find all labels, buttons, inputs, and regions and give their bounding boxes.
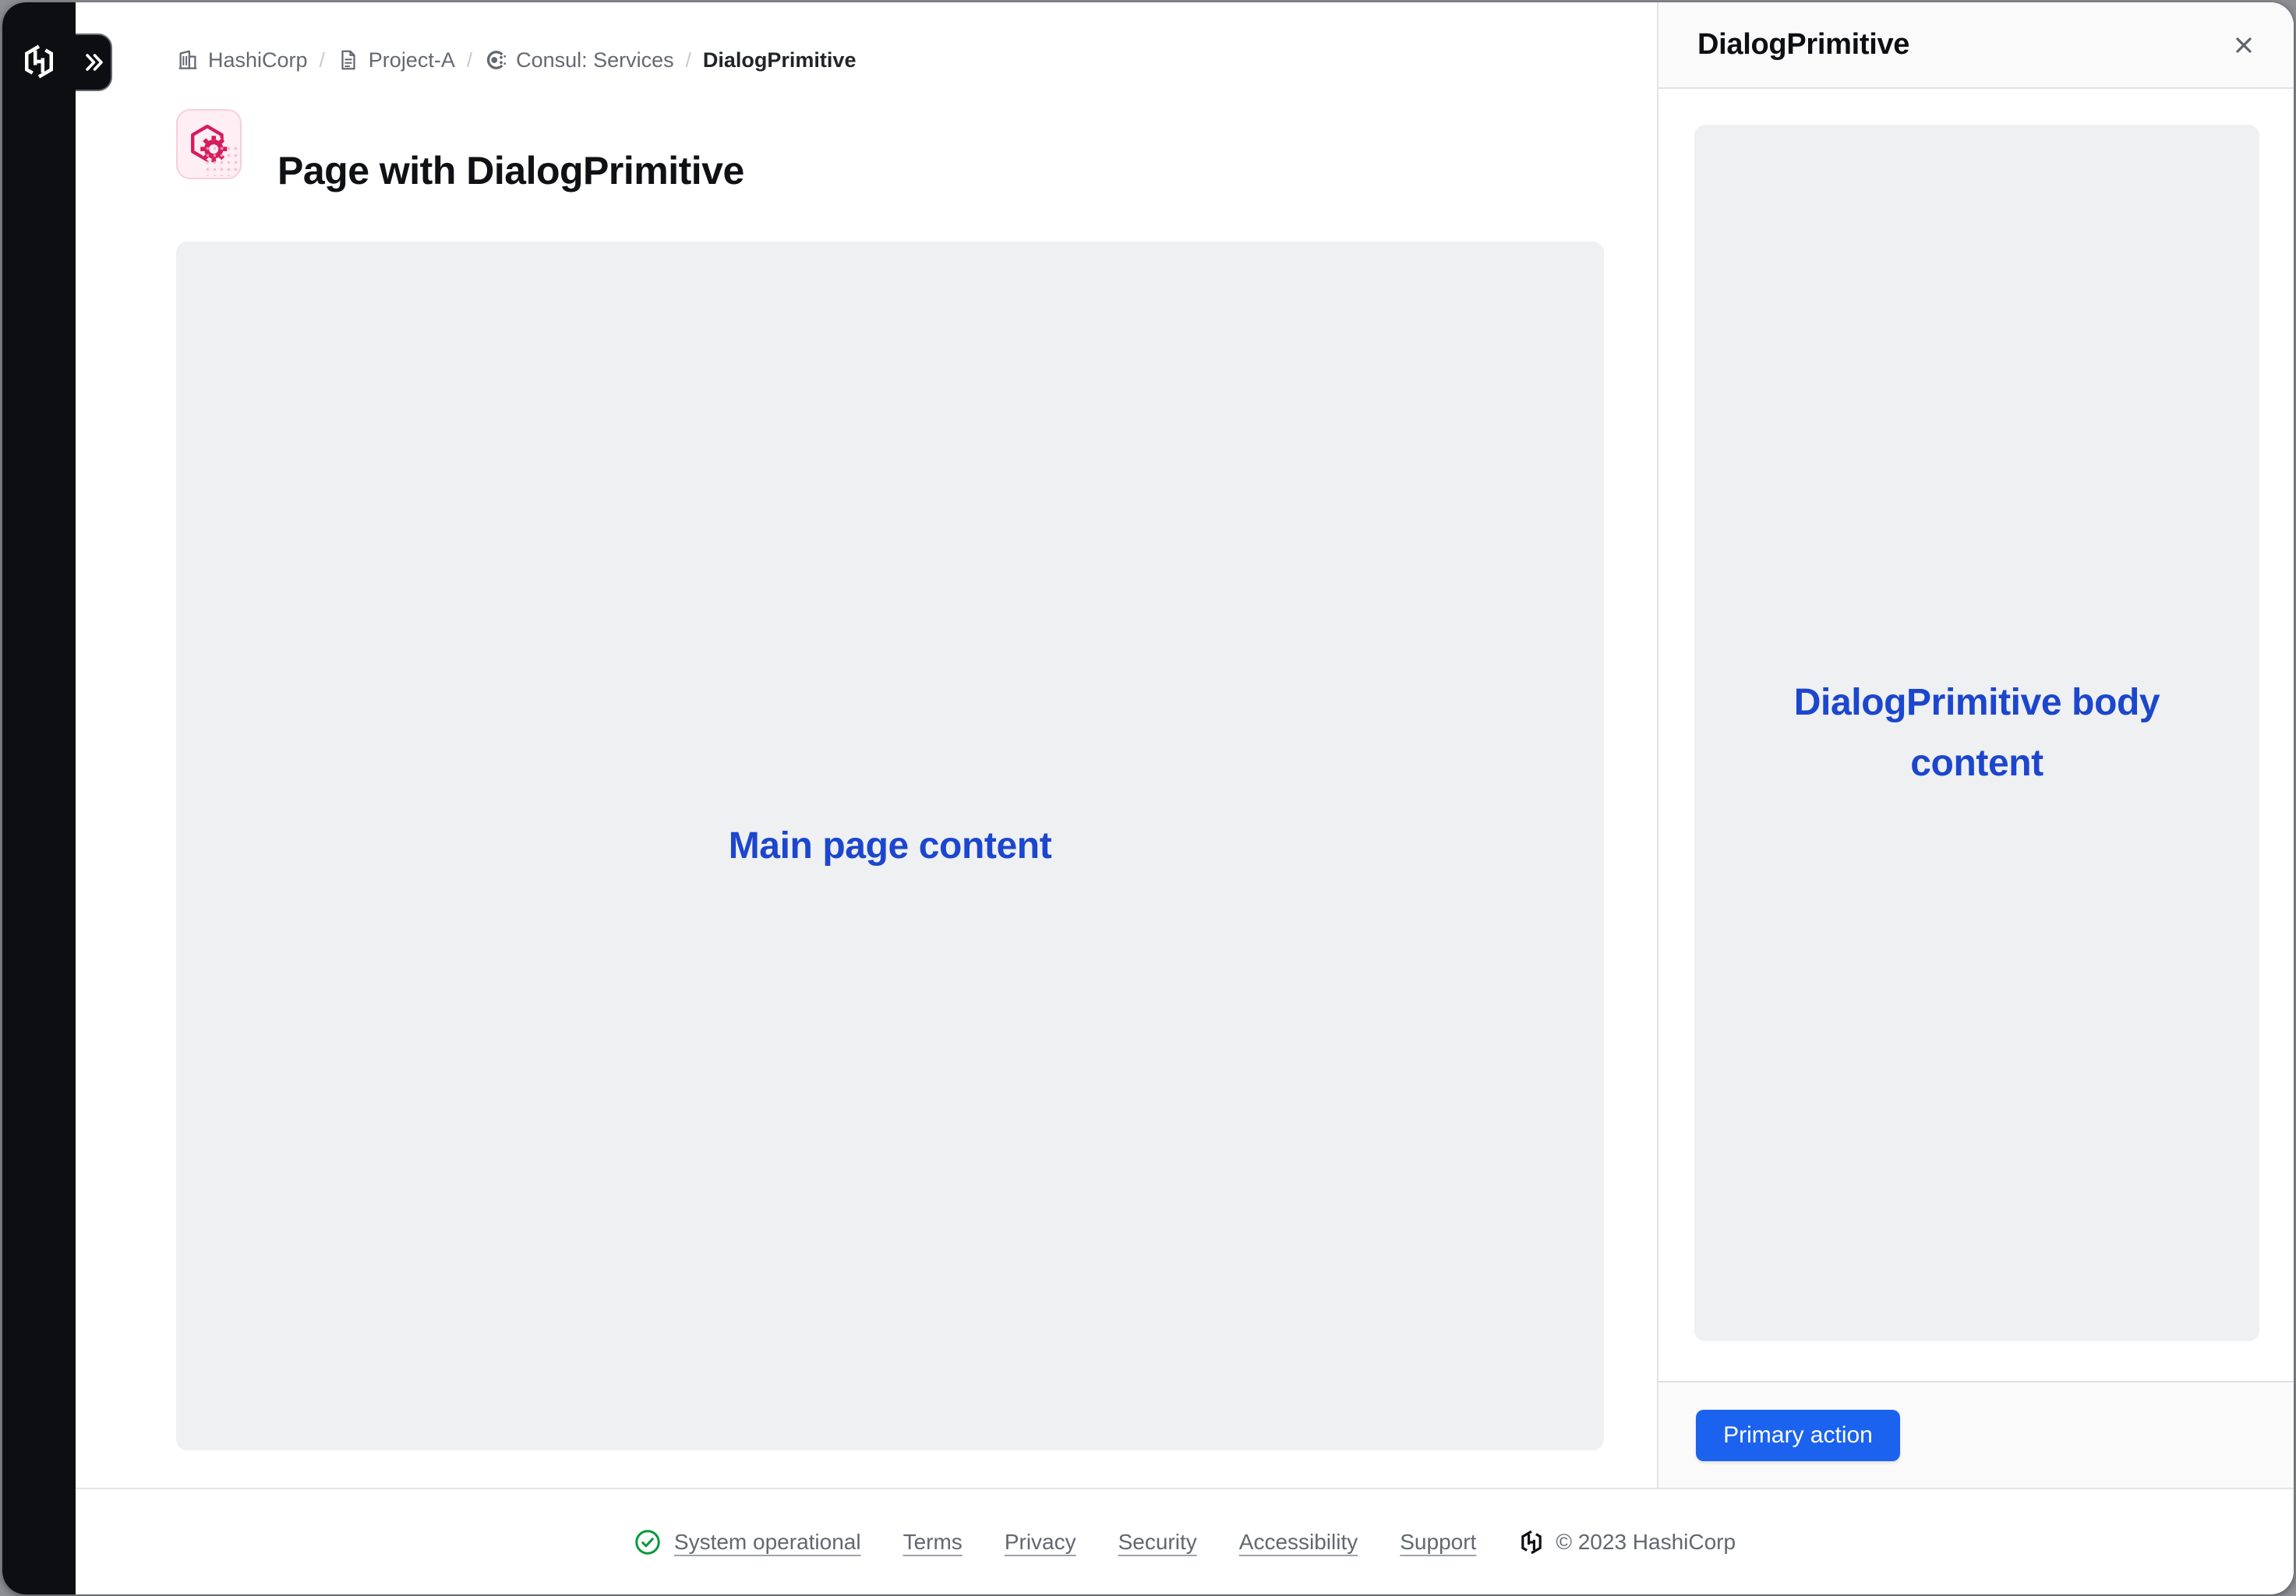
breadcrumb-item-project[interactable]: Project-A — [337, 48, 455, 72]
dialog-primitive-panel: DialogPrimitive DialogPrimitive body con… — [1657, 2, 2294, 1488]
dialog-footer: Primary action — [1658, 1381, 2294, 1488]
app-window: HashiCorp / Project-A / — [2, 2, 2294, 1594]
primary-action-button[interactable]: Primary action — [1696, 1410, 1900, 1461]
status-label: System operational — [674, 1530, 861, 1555]
main-content-placeholder: Main page content — [176, 242, 1604, 1450]
sidebar — [2, 2, 76, 1594]
footer-link-accessibility[interactable]: Accessibility — [1239, 1530, 1358, 1555]
footer-link-support[interactable]: Support — [1400, 1530, 1476, 1555]
breadcrumb-separator: / — [455, 48, 484, 72]
breadcrumb-label: Project-A — [369, 48, 455, 72]
breadcrumb-label: Consul: Services — [516, 48, 674, 72]
breadcrumb-separator: / — [674, 48, 703, 72]
breadcrumb-separator: / — [308, 48, 337, 72]
check-circle-icon — [634, 1528, 662, 1556]
page-title: Page with DialogPrimitive — [277, 136, 744, 206]
org-icon — [176, 48, 200, 72]
page-title-icon-tile — [176, 109, 242, 179]
footer-link-terms[interactable]: Terms — [903, 1530, 963, 1555]
app-footer: System operational Terms Privacy Securit… — [76, 1488, 2294, 1594]
main-placeholder-text: Main page content — [729, 816, 1052, 877]
dialog-placeholder-text: DialogPrimitive body content — [1767, 673, 2188, 794]
breadcrumb-item-hashicorp[interactable]: HashiCorp — [176, 48, 308, 72]
copyright-text: © 2023 HashiCorp — [1556, 1530, 1736, 1555]
hexagon-gear-icon — [188, 123, 230, 165]
sidebar-expand-button[interactable] — [76, 34, 112, 91]
footer-link-security[interactable]: Security — [1118, 1530, 1197, 1555]
dialog-header: DialogPrimitive — [1658, 2, 2294, 89]
hashicorp-logo-icon — [1518, 1529, 1545, 1555]
consul-icon — [484, 48, 507, 72]
close-button[interactable] — [2225, 26, 2262, 64]
breadcrumb-label: HashiCorp — [208, 48, 308, 72]
double-chevron-right-icon — [83, 52, 104, 72]
hashicorp-logo — [2, 43, 76, 80]
dialog-title: DialogPrimitive — [1697, 28, 1909, 62]
breadcrumb-item-consul-services[interactable]: Consul: Services — [484, 48, 674, 72]
close-icon — [2231, 33, 2256, 58]
system-status-link[interactable]: System operational — [634, 1528, 861, 1556]
breadcrumb: HashiCorp / Project-A / — [176, 45, 856, 75]
file-text-icon — [337, 48, 360, 72]
footer-link-privacy[interactable]: Privacy — [1005, 1530, 1076, 1555]
footer-copyright: © 2023 HashiCorp — [1518, 1529, 1736, 1555]
dialog-body-placeholder: DialogPrimitive body content — [1694, 125, 2259, 1341]
breadcrumb-item-current: DialogPrimitive — [703, 48, 857, 72]
